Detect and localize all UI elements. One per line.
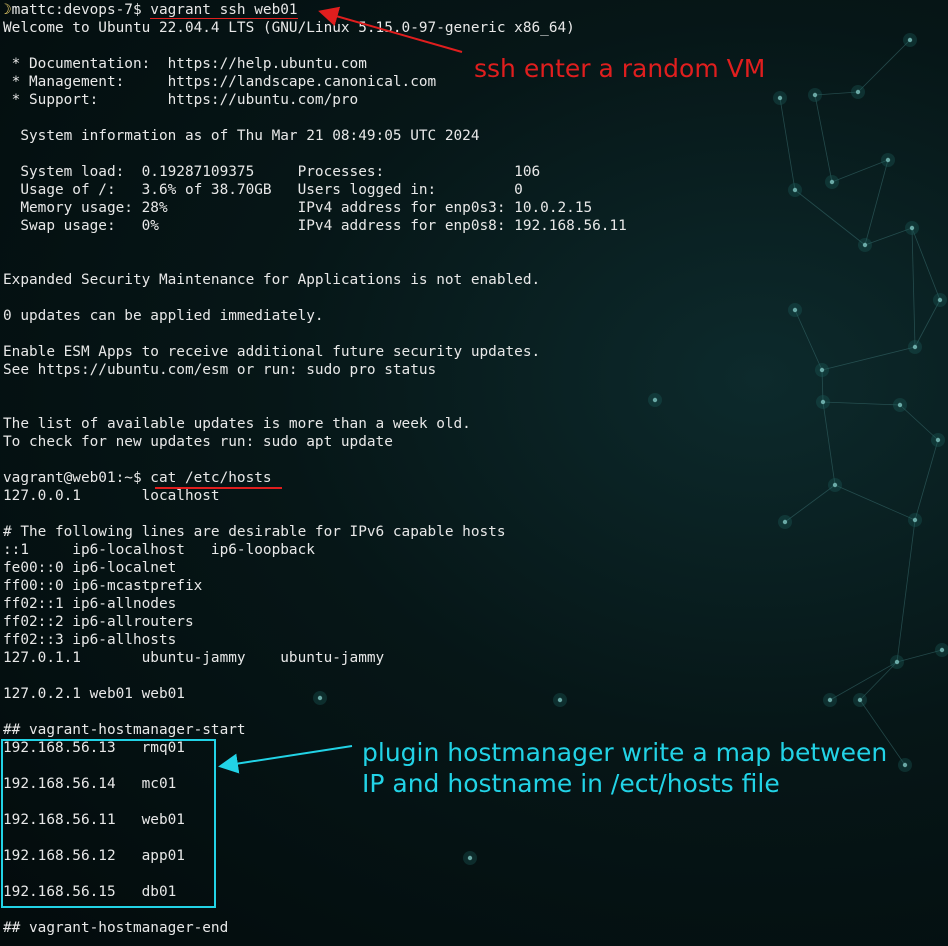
hostmanager-annotation: plugin hostmanager write a map between I… — [362, 737, 887, 799]
terminal-line: Enable ESM Apps to receive additional fu… — [3, 344, 541, 360]
hostmanager-annotation-line2: IP and hostname in /ect/hosts file — [362, 769, 780, 798]
terminal-line: Expanded Security Maintenance for Applic… — [3, 272, 541, 288]
moon-icon: ☽ — [3, 2, 12, 18]
terminal-line: ::1 ip6-localhost ip6-loopback — [3, 542, 315, 558]
terminal-line: See https://ubuntu.com/esm or run: sudo … — [3, 362, 437, 378]
terminal-line: To check for new updates run: sudo apt u… — [3, 434, 393, 450]
terminal-line: Welcome to Ubuntu 22.04.4 LTS (GNU/Linux… — [3, 20, 575, 36]
terminal-line: Usage of /: 3.6% of 38.70GB Users logged… — [3, 182, 523, 198]
hostmanager-annotation-line1: plugin hostmanager write a map between — [362, 738, 888, 767]
terminal-line: 127.0.2.1 web01 web01 — [3, 686, 185, 702]
terminal-line: ## vagrant-hostmanager-end — [3, 920, 229, 936]
hostmanager-highlight-box — [1, 739, 216, 908]
terminal-line: vagrant@web01:~$ cat /etc/hosts — [3, 470, 272, 486]
ssh-command: vagrant ssh web01 — [150, 2, 298, 19]
terminal-line: System information as of Thu Mar 21 08:4… — [3, 128, 480, 144]
terminal-line: Memory usage: 28% IPv4 address for enp0s… — [3, 200, 593, 216]
terminal-line: * Support: https://ubuntu.com/pro — [3, 92, 359, 108]
ssh-annotation: ssh enter a random VM — [474, 54, 766, 83]
terminal-line: ff00::0 ip6-mcastprefix — [3, 578, 203, 594]
local-prompt: mattc:devops-7$ — [11, 2, 151, 18]
terminal-line: Swap usage: 0% IPv4 address for enp0s8: … — [3, 218, 627, 234]
terminal-line: fe00::0 ip6-localnet — [3, 560, 177, 576]
terminal-line: ff02::2 ip6-allrouters — [3, 614, 194, 630]
terminal-line: # The following lines are desirable for … — [3, 524, 506, 540]
terminal-line: 127.0.1.1 ubuntu-jammy ubuntu-jammy — [3, 650, 385, 666]
terminal-line: 127.0.0.1 localhost — [3, 488, 220, 504]
terminal-line: ☽mattc:devops-7$ vagrant ssh web01 — [3, 1, 948, 19]
terminal-line: ff02::1 ip6-allnodes — [3, 596, 177, 612]
terminal-line: 0 updates can be applied immediately. — [3, 308, 324, 324]
terminal-line: The list of available updates is more th… — [3, 416, 471, 432]
terminal-line: ff02::3 ip6-allhosts — [3, 632, 177, 648]
terminal-line: System load: 0.19287109375 Processes: 10… — [3, 164, 541, 180]
